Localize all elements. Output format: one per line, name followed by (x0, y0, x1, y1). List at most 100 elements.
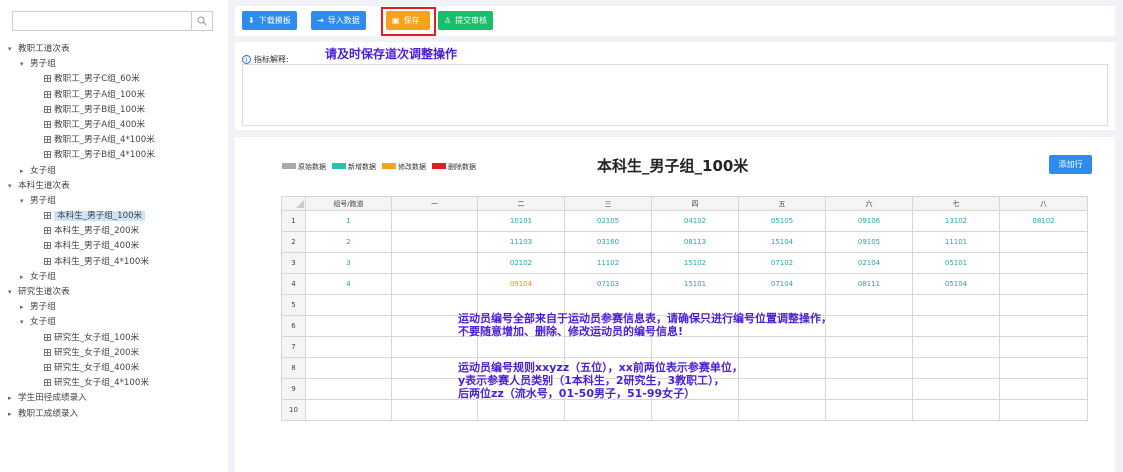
tree-node[interactable]: ▸ 学生田径成绩录入 (0, 391, 228, 406)
row-number[interactable]: 4 (281, 273, 306, 295)
column-header[interactable]: 三 (564, 196, 652, 211)
table-cell[interactable] (305, 399, 392, 421)
table-cell[interactable]: 13102 (912, 210, 1000, 232)
tree-node[interactable]: 教职工_男子C组_60米 (0, 72, 228, 87)
table-cell[interactable] (999, 252, 1088, 274)
table-cell[interactable]: 02102 (477, 252, 565, 274)
table-cell[interactable]: 11103 (477, 231, 565, 253)
tree-node[interactable]: ▸ 男子组 (0, 300, 228, 315)
table-cell[interactable]: 03160 (564, 231, 652, 253)
tree-node[interactable]: 教职工_男子B组_4*100米 (0, 148, 228, 163)
tree-node[interactable]: ▾ 男子组 (0, 57, 228, 72)
table-cell[interactable]: 3 (305, 252, 392, 274)
table-cell[interactable]: 05104 (912, 273, 1000, 295)
table-cell[interactable] (305, 315, 392, 337)
import-data-button[interactable]: ⇥ 导入数据 (311, 11, 366, 30)
row-number[interactable]: 9 (281, 378, 306, 400)
indicator-textarea[interactable] (242, 64, 1108, 126)
table-cell[interactable] (825, 294, 913, 316)
table-cell[interactable] (999, 378, 1088, 400)
table-cell[interactable]: 05101 (912, 252, 1000, 274)
caret-right-icon[interactable]: ▸ (8, 407, 18, 422)
table-cell[interactable] (912, 294, 1000, 316)
column-header[interactable]: 二 (477, 196, 565, 211)
row-number[interactable]: 6 (281, 315, 306, 337)
table-cell[interactable]: 02104 (825, 252, 913, 274)
table-cell[interactable]: 08102 (999, 210, 1088, 232)
caret-down-icon[interactable]: ▾ (20, 194, 30, 209)
caret-down-icon[interactable]: ▾ (8, 285, 18, 300)
tree-node[interactable]: ▾ 男子组 (0, 194, 228, 209)
table-cell[interactable] (564, 399, 652, 421)
table-cell[interactable] (912, 315, 1000, 337)
search-icon[interactable] (191, 12, 212, 30)
tree-node[interactable]: 研究生_女子组_400米 (0, 361, 228, 376)
tree-node[interactable]: 本科生_男子组_100米 (0, 209, 228, 224)
caret-right-icon[interactable]: ▸ (8, 391, 18, 406)
tree-node[interactable]: 教职工_男子A组_4*100米 (0, 133, 228, 148)
table-cell[interactable] (738, 357, 826, 379)
tree-node[interactable]: ▸ 女子组 (0, 270, 228, 285)
table-cell[interactable] (738, 378, 826, 400)
table-cell[interactable]: 4 (305, 273, 392, 295)
caret-right-icon[interactable]: ▸ (20, 300, 30, 315)
column-header[interactable]: 六 (825, 196, 913, 211)
table-cell[interactable]: 08111 (825, 273, 913, 295)
tree-node[interactable]: 研究生_女子组_4*100米 (0, 376, 228, 391)
column-header[interactable]: 七 (912, 196, 1000, 211)
add-row-button[interactable]: 添加行 (1049, 155, 1092, 174)
table-cell[interactable] (738, 336, 826, 358)
table-cell[interactable] (912, 357, 1000, 379)
table-cell[interactable]: 05105 (738, 210, 826, 232)
tree-node[interactable]: 本科生_男子组_4*100米 (0, 255, 228, 270)
table-cell[interactable] (825, 315, 913, 337)
table-cell[interactable] (999, 357, 1088, 379)
table-cell[interactable] (305, 294, 392, 316)
table-cell[interactable] (825, 399, 913, 421)
table-cell[interactable]: 08113 (651, 231, 739, 253)
table-cell[interactable] (391, 273, 478, 295)
table-cell[interactable] (912, 336, 1000, 358)
row-number[interactable]: 1 (281, 210, 306, 232)
table-cell[interactable]: 15104 (738, 231, 826, 253)
table-cell[interactable]: 09105 (825, 231, 913, 253)
column-header[interactable]: 八 (999, 196, 1088, 211)
tree-node[interactable]: 教职工_男子A组_400米 (0, 118, 228, 133)
column-header[interactable]: 组号/跑道 (305, 196, 392, 211)
table-cell[interactable] (825, 378, 913, 400)
tree-node[interactable]: ▾ 本科生道次表 (0, 179, 228, 194)
column-header[interactable]: 一 (391, 196, 478, 211)
table-cell[interactable] (825, 357, 913, 379)
tree-node[interactable]: ▾ 研究生道次表 (0, 285, 228, 300)
caret-down-icon[interactable]: ▾ (8, 42, 18, 57)
table-cell[interactable] (477, 399, 565, 421)
table-cell[interactable] (912, 399, 1000, 421)
tree-node[interactable]: ▸ 女子组 (0, 164, 228, 179)
caret-down-icon[interactable]: ▾ (8, 179, 18, 194)
table-cell[interactable]: 10101 (477, 210, 565, 232)
table-cell[interactable] (651, 399, 739, 421)
table-cell[interactable]: 04102 (651, 210, 739, 232)
table-cell[interactable] (391, 252, 478, 274)
table-cell[interactable] (999, 273, 1088, 295)
table-cell[interactable]: 09106 (825, 210, 913, 232)
table-cell[interactable] (738, 399, 826, 421)
caret-down-icon[interactable]: ▾ (20, 57, 30, 72)
tree-node[interactable]: 研究生_女子组_100米 (0, 331, 228, 346)
row-number[interactable]: 5 (281, 294, 306, 316)
table-cell[interactable] (391, 231, 478, 253)
download-template-button[interactable]: ⬇ 下载模板 (242, 11, 297, 30)
tree-node[interactable]: 教职工_男子B组_100米 (0, 103, 228, 118)
table-cell[interactable] (391, 399, 478, 421)
table-cell[interactable] (999, 315, 1088, 337)
table-cell[interactable] (391, 336, 478, 358)
tree-node[interactable]: 本科生_男子组_400米 (0, 239, 228, 254)
tree-node[interactable]: ▸ 教职工成绩录入 (0, 407, 228, 422)
table-cell[interactable] (564, 336, 652, 358)
caret-down-icon[interactable]: ▾ (20, 315, 30, 330)
tree-node[interactable]: 本科生_男子组_200米 (0, 224, 228, 239)
submit-review-button[interactable]: ♙ 提交审核 (438, 11, 494, 30)
table-cell[interactable] (305, 336, 392, 358)
tree-node[interactable]: ▾ 女子组 (0, 315, 228, 330)
table-cell[interactable] (305, 378, 392, 400)
